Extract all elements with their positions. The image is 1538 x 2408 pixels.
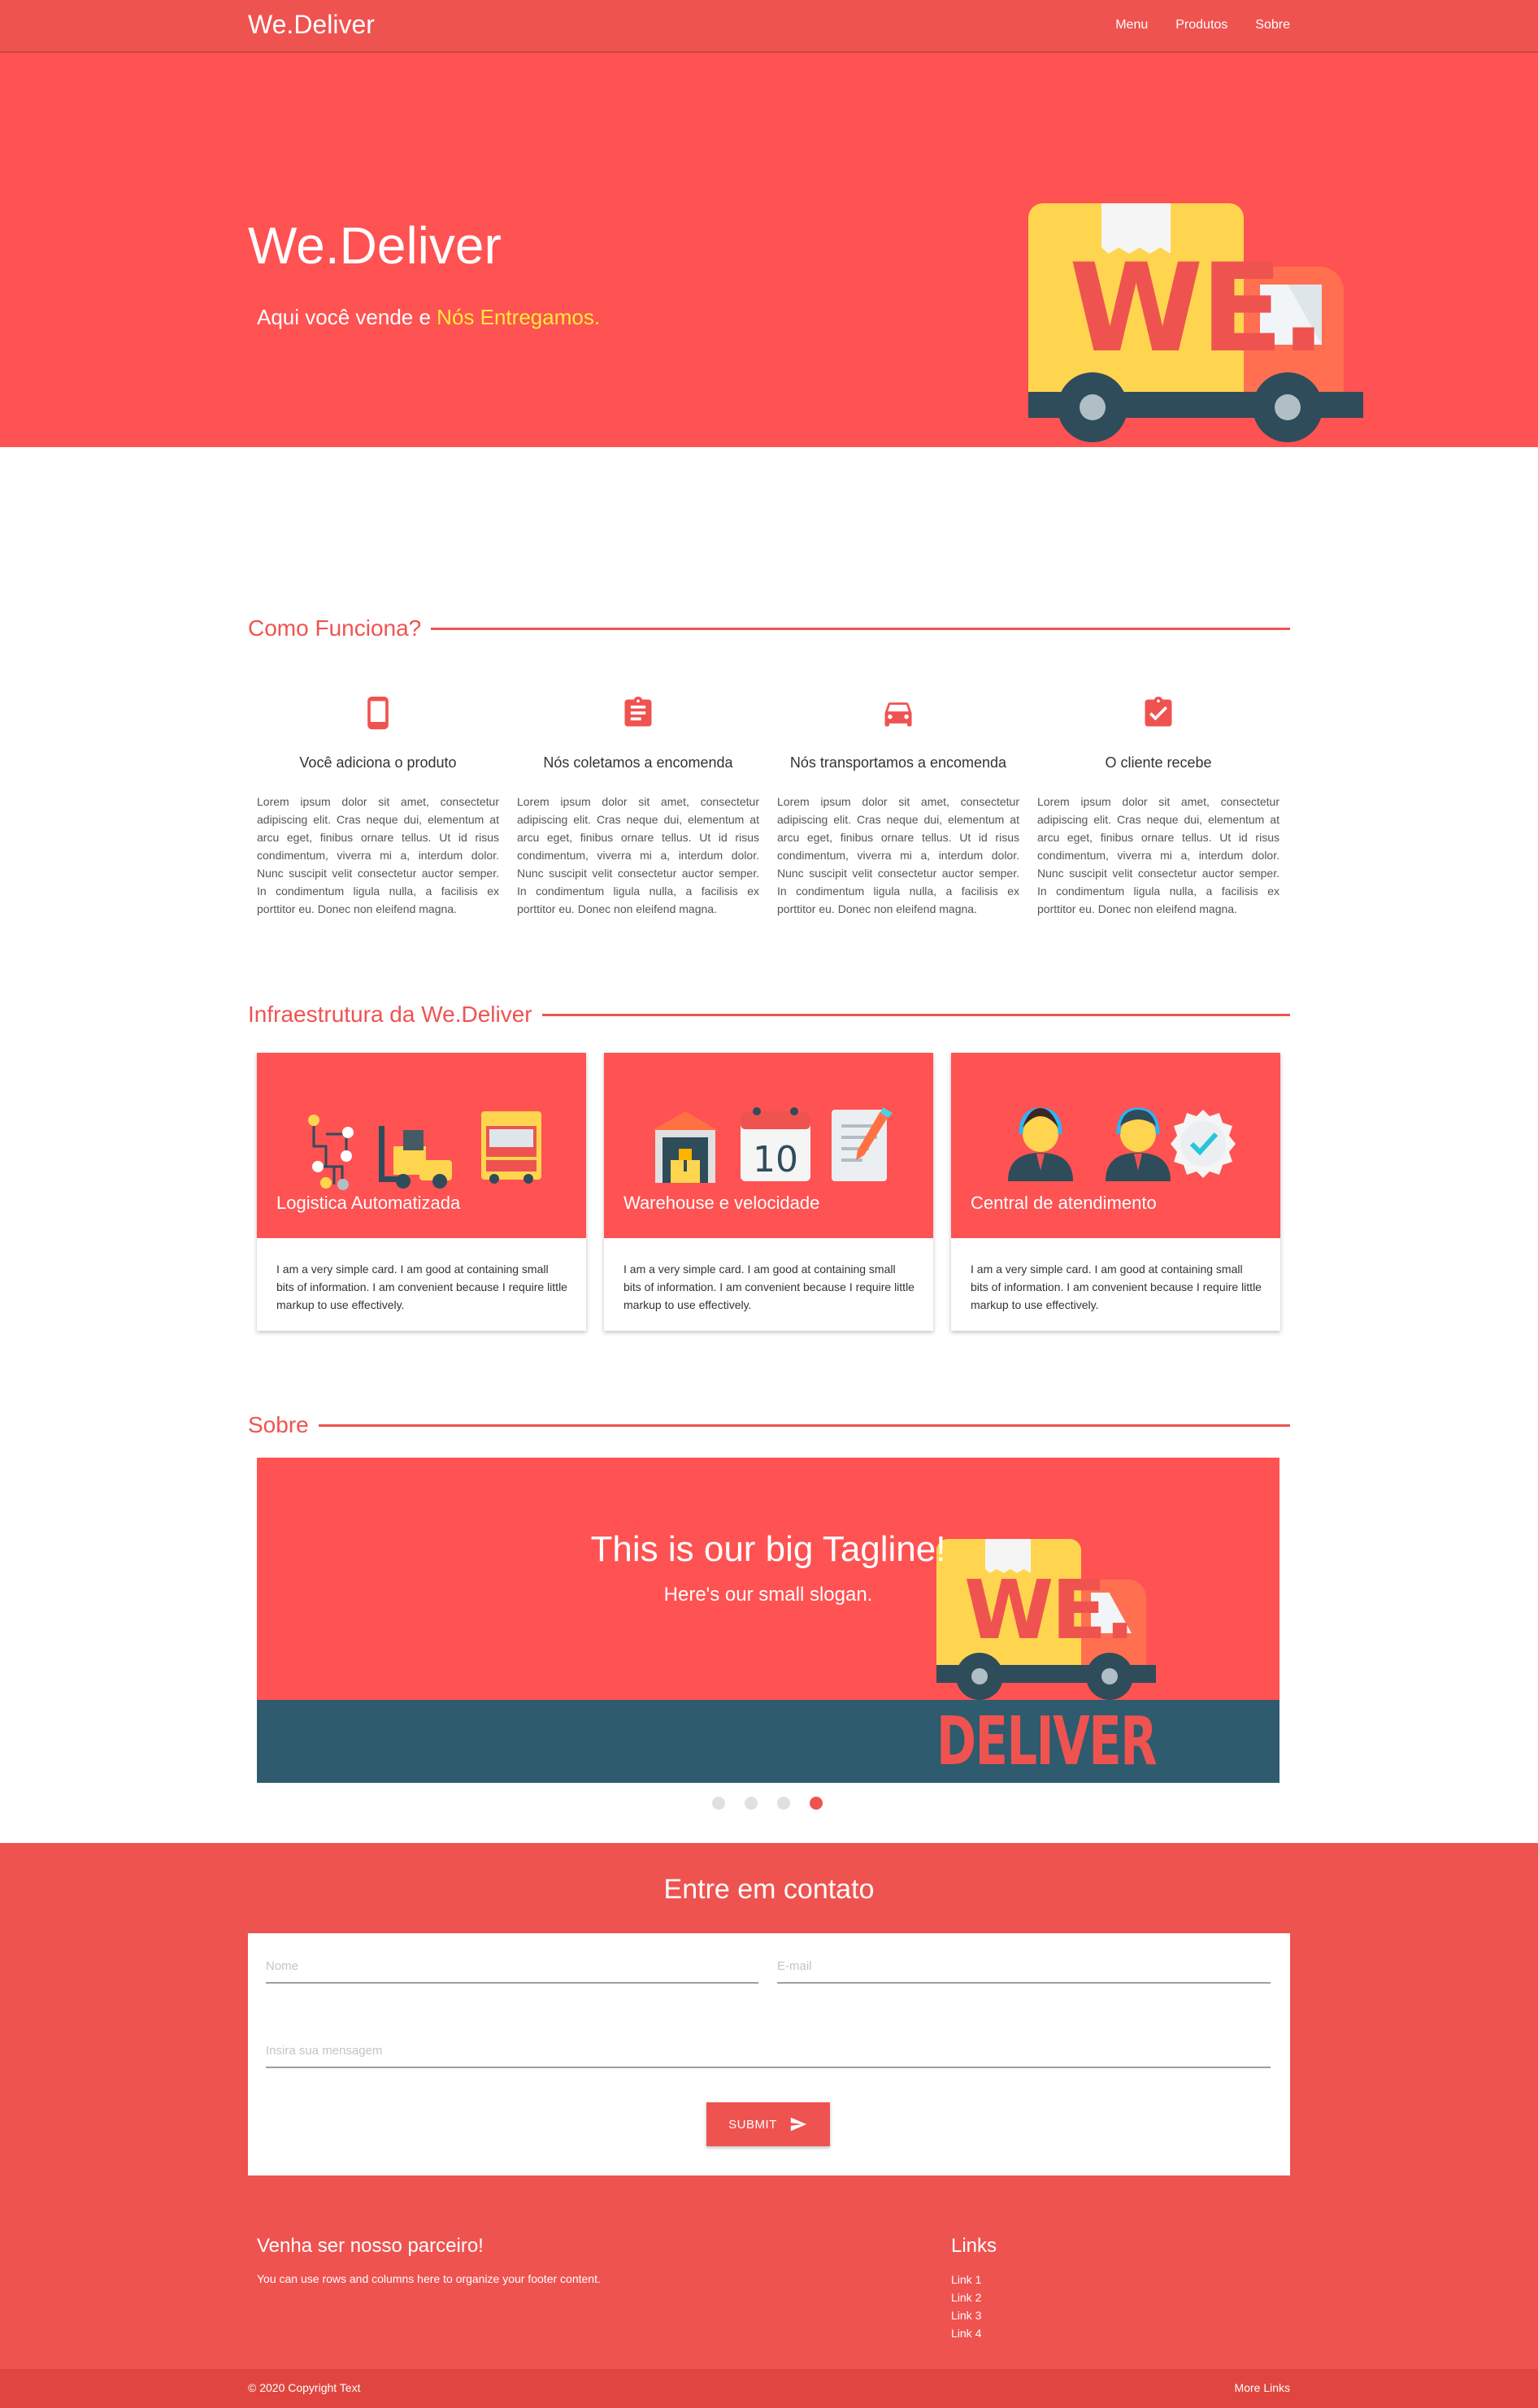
logo-deliver-text: DELIVER <box>1028 435 1355 448</box>
submit-button[interactable]: SUBMIT <box>706 2102 830 2146</box>
card-warehouse[interactable]: 10 Warehouse e velocidade I am a very si… <box>604 1053 933 1331</box>
about-carousel[interactable]: WE. DELIVER This is our big Tagline! Her… <box>257 1458 1279 1783</box>
about-heading: Sobre <box>248 1412 1290 1438</box>
card-logistics[interactable]: Logistica Automatizada I am a very simpl… <box>257 1053 586 1331</box>
nav-link-sobre[interactable]: Sobre <box>1255 18 1290 33</box>
step-text: Lorem ipsum dolor sit amet, consectetur … <box>777 795 1019 915</box>
step-client-receives: O cliente recebe Lorem ipsum dolor sit a… <box>1037 695 1279 918</box>
submit-label: SUBMIT <box>728 2117 777 2132</box>
links-title: Links <box>951 2235 997 2257</box>
step-title: Nós transportamos a encomenda <box>789 754 1007 771</box>
partner-title: Venha ser nosso parceiro! <box>257 2235 484 2257</box>
card-image: 10 Warehouse e velocidade <box>604 1053 933 1238</box>
footer-link-1[interactable]: Link 1 <box>951 2271 997 2288</box>
carousel-dot-2[interactable] <box>745 1797 758 1810</box>
card-title: Logistica Automatizada <box>276 1193 461 1213</box>
how-it-works-heading: Como Funciona? <box>248 615 1290 641</box>
heading-divider <box>318 1424 1290 1427</box>
card-title: Warehouse e velocidade <box>623 1193 820 1213</box>
footer-partner-block: Venha ser nosso parceiro! You can use ro… <box>257 2235 601 2285</box>
card-support-center[interactable]: Central de atendimento I am a very simpl… <box>951 1053 1280 1331</box>
partner-text: You can use rows and columns here to org… <box>257 2272 601 2285</box>
calendar-day: 10 <box>753 1139 798 1180</box>
message-field <box>266 2036 1271 2068</box>
heading-divider <box>541 1013 1290 1016</box>
about-title: Sobre <box>248 1412 309 1437</box>
hero-subtitle-highlight: Nós Entregamos. <box>437 305 601 329</box>
clipboard-icon <box>624 696 652 727</box>
carousel-dot-3[interactable] <box>777 1797 790 1810</box>
top-navbar: We.Deliver Menu Produtos Sobre <box>0 0 1538 53</box>
copyright-bar: © 2020 Copyright Text More Links <box>0 2369 1538 2408</box>
step-title: Nós coletamos a encomenda <box>543 754 733 771</box>
heading-divider <box>431 627 1290 630</box>
footer-links-block: Links Link 1 Link 2 Link 3 Link 4 <box>951 2235 997 2342</box>
step-collect-order: Nós coletamos a encomenda Lorem ipsum do… <box>517 695 759 918</box>
logo-we-text: WE. <box>964 1563 1136 1658</box>
step-text: Lorem ipsum dolor sit amet, consectetur … <box>1037 795 1279 915</box>
email-field <box>777 1951 1271 1984</box>
hero-subtitle-text: Aqui você vende e <box>257 305 431 329</box>
carousel-truck-logo: WE. DELIVER <box>936 1539 1172 1783</box>
footer-link-2[interactable]: Link 2 <box>951 2288 997 2306</box>
nav-link-produtos[interactable]: Produtos <box>1175 18 1227 33</box>
step-add-product: Você adiciona o produto Lorem ipsum dolo… <box>257 695 499 918</box>
carousel-dot-1[interactable] <box>712 1797 725 1810</box>
card-text: I am a very simple card. I am good at co… <box>971 1263 1262 1311</box>
card-text: I am a very simple card. I am good at co… <box>623 1263 915 1311</box>
we-deliver-truck-logo: WE. <box>1028 203 1370 447</box>
step-title: O cliente recebe <box>1105 754 1212 771</box>
more-links-link[interactable]: More Links <box>1235 2381 1290 2394</box>
name-field <box>266 1951 758 1984</box>
infrastructure-title: Infraestrutura da We.Deliver <box>248 1002 532 1027</box>
card-image: Logistica Automatizada <box>257 1053 586 1238</box>
car-icon <box>884 702 912 727</box>
hero-deliver-wordmark: DELIVER <box>1028 435 1370 448</box>
infrastructure-heading: Infraestrutura da We.Deliver <box>248 1002 1290 1028</box>
footer-link-4[interactable]: Link 4 <box>951 2324 997 2342</box>
footer-link-3[interactable]: Link 3 <box>951 2306 997 2324</box>
assignment-check-icon <box>1145 696 1172 727</box>
contact-heading: Entre em contato <box>663 1874 875 1905</box>
email-input[interactable] <box>777 1951 1271 1980</box>
contact-footer-section: Entre em contato SUBMIT Venha ser nosso … <box>0 1843 1538 2369</box>
step-title: Você adiciona o produto <box>299 754 457 771</box>
logo-we-text: WE. <box>1069 238 1327 380</box>
hero-subtitle: Aqui você vende e Nós Entregamos. <box>257 305 600 330</box>
send-icon <box>790 2117 806 2132</box>
contact-form: SUBMIT <box>248 1933 1290 2175</box>
hero-title: We.Deliver <box>248 216 502 275</box>
hero-banner: We.Deliver Aqui você vende e Nós Entrega… <box>0 53 1538 447</box>
smartphone-icon <box>367 696 389 730</box>
name-input[interactable] <box>266 1951 758 1980</box>
step-text: Lorem ipsum dolor sit amet, consectetur … <box>257 795 499 915</box>
nav-link-menu[interactable]: Menu <box>1115 18 1148 33</box>
carousel-tagline: This is our big Tagline! <box>590 1529 946 1569</box>
step-transport-order: Nós transportamos a encomenda Lorem ipsu… <box>777 695 1019 918</box>
footer-links-list: Link 1 Link 2 Link 3 Link 4 <box>951 2271 997 2342</box>
how-it-works-title: Como Funciona? <box>248 615 422 641</box>
carousel-indicators <box>712 1797 823 1810</box>
carousel-dot-4[interactable] <box>810 1797 823 1810</box>
card-image: Central de atendimento <box>951 1053 1280 1238</box>
nav-links: Menu Produtos Sobre <box>1115 18 1290 33</box>
card-text: I am a very simple card. I am good at co… <box>276 1263 567 1311</box>
carousel-slogan: Here's our small slogan. <box>663 1584 873 1606</box>
step-text: Lorem ipsum dolor sit amet, consectetur … <box>517 795 759 915</box>
brand-logo[interactable]: We.Deliver <box>248 10 375 40</box>
card-title: Central de atendimento <box>971 1193 1157 1213</box>
copyright-text: © 2020 Copyright Text <box>248 2381 361 2394</box>
logo-deliver-text: DELIVER <box>936 1703 1158 1780</box>
message-input[interactable] <box>266 2036 1271 2065</box>
